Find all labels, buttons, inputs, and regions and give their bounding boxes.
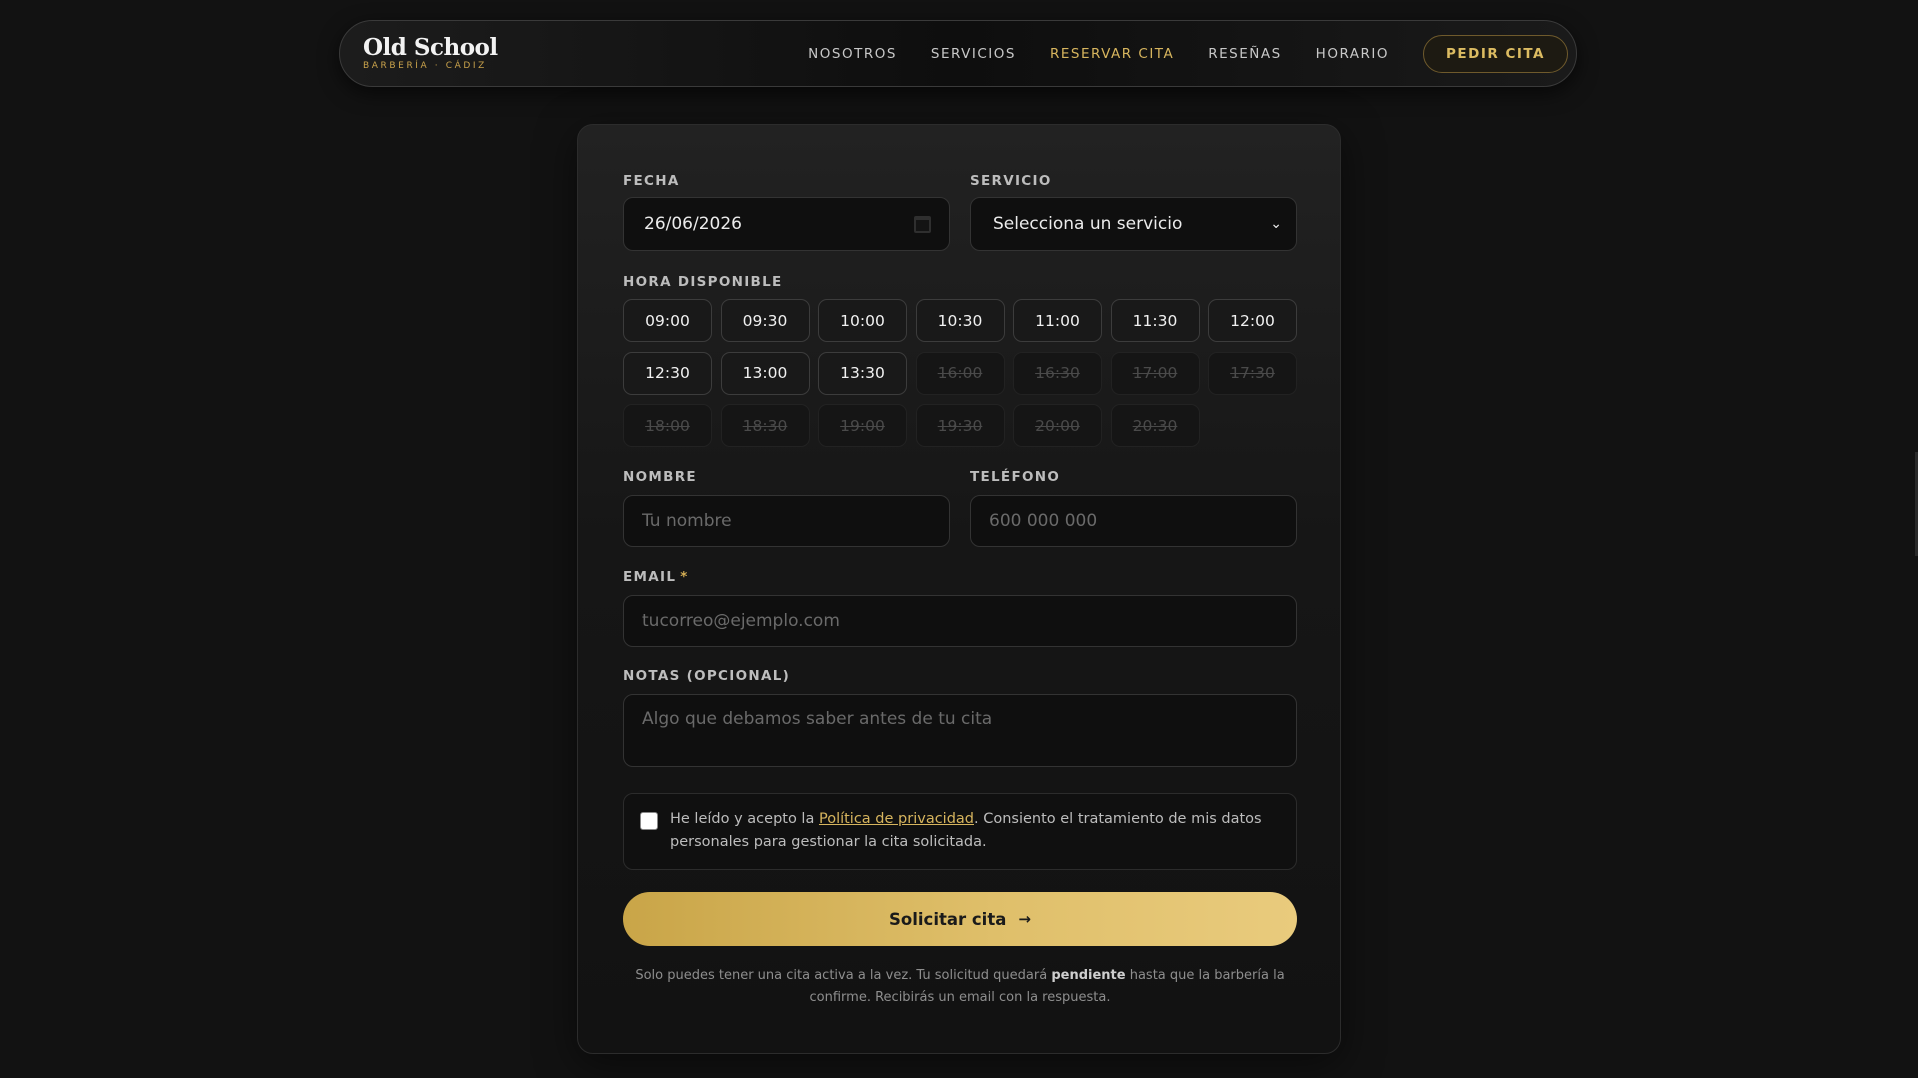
time-slot-1930: 19:30 [915,404,1005,447]
booking-form: FECHA 26/06/2026 SERVICIO Selecciona un … [577,124,1341,1054]
time-slot-1730: 17:30 [1208,351,1297,395]
nav-link-nosotros[interactable]: NOSOTROS [808,46,897,62]
chevron-down-icon: ⌄ [1270,216,1282,232]
time-slot-1130[interactable]: 11:30 [1110,299,1200,342]
consent-text: He leído y acepto la Política de privaci… [670,808,1280,869]
nav-link-reservar-cita[interactable]: RESERVAR CITA [1050,46,1174,62]
nav-link-horario[interactable]: HORARIO [1316,46,1389,62]
name-input[interactable] [624,496,949,546]
pedir-cita-button[interactable]: PEDIR CITA [1423,34,1568,73]
date-input[interactable]: 26/06/2026 [623,197,950,251]
service-select-value: Selecciona un servicio [993,214,1183,234]
page: Old School BARBERÍA · CÁDIZ NOSOTROS SER… [0,0,1918,1078]
time-slot-2030: 20:30 [1110,404,1200,447]
hora-label: HORA DISPONIBLE [623,274,783,290]
submit-label: Solicitar cita [889,909,1007,929]
consent-checkbox[interactable] [640,812,658,830]
time-slot-1030[interactable]: 10:30 [915,299,1005,342]
main-nav: NOSOTROS SERVICIOS RESERVAR CITA RESEÑAS… [808,34,1568,73]
nav-link-resenas[interactable]: RESEÑAS [1208,46,1281,62]
submit-button[interactable]: Solicitar cita → [623,892,1297,946]
brand-logo[interactable]: Old School BARBERÍA · CÁDIZ [363,36,498,71]
email-input[interactable] [624,596,1296,646]
time-slot-1100[interactable]: 11:00 [1013,299,1102,342]
phone-field[interactable] [970,495,1297,547]
brand-name: Old School [363,34,498,61]
brand-subtitle: BARBERÍA · CÁDIZ [363,61,487,71]
time-slot-2000: 20:00 [1013,404,1102,447]
footnote-before: Solo puedes tener una cita activa a la v… [635,968,1052,983]
name-field[interactable] [623,495,950,547]
footnote-bold: pendiente [1051,968,1126,983]
email-label: EMAIL * [623,569,689,585]
fecha-label: FECHA [623,173,680,189]
time-slot-1000[interactable]: 10:00 [818,299,907,342]
time-slot-1200[interactable]: 12:00 [1208,299,1297,342]
date-value: 26/06/2026 [644,214,742,234]
privacy-policy-link[interactable]: Política de privacidad [819,811,974,827]
time-slot-1600: 16:00 [915,351,1005,395]
phone-input[interactable] [971,496,1296,546]
time-slot-0900[interactable]: 09:00 [623,299,712,342]
nombre-label: NOMBRE [623,469,697,485]
navbar: Old School BARBERÍA · CÁDIZ NOSOTROS SER… [339,20,1577,87]
time-slot-1330[interactable]: 13:30 [818,351,907,395]
email-label-text: EMAIL [623,569,677,585]
notes-textarea[interactable] [624,695,1296,766]
time-slot-1230[interactable]: 12:30 [623,351,712,395]
nav-link-servicios[interactable]: SERVICIOS [931,46,1016,62]
arrow-right-icon: → [1018,910,1031,928]
email-field[interactable] [623,595,1297,647]
time-slot-1830: 18:30 [720,404,810,447]
telefono-label: TELÉFONO [970,469,1061,485]
notas-label: NOTAS (OPCIONAL) [623,668,791,684]
calendar-icon[interactable] [914,215,931,233]
time-slot-1700: 17:00 [1110,351,1200,395]
time-slot-0930[interactable]: 09:30 [720,299,810,342]
booking-footnote: Solo puedes tener una cita activa a la v… [623,965,1297,1009]
consent-text-before: He leído y acepto la [670,811,819,827]
time-slot-1300[interactable]: 13:00 [720,351,810,395]
notes-field[interactable] [623,694,1297,767]
required-marker: * [680,569,689,585]
time-slot-1630: 16:30 [1013,351,1102,395]
servicio-label: SERVICIO [970,173,1052,189]
time-slot-1800: 18:00 [623,404,712,447]
privacy-consent: He leído y acepto la Política de privaci… [623,793,1297,870]
service-select[interactable]: Selecciona un servicio ⌄ [970,197,1297,251]
time-slot-1900: 19:00 [818,404,907,447]
